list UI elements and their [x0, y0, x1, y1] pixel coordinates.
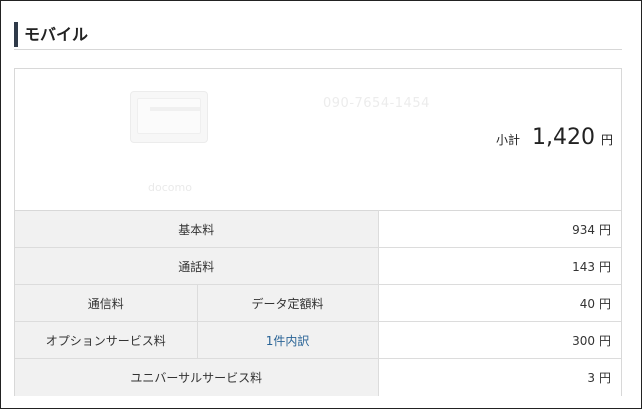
device-screen: [137, 98, 201, 134]
page-frame: モバイル docomo 090-7654-1454 小計 1,420 円 基本料…: [0, 0, 642, 409]
fee-value-universal: 3円: [377, 358, 622, 396]
device-status-bar: [150, 107, 200, 111]
fee-amount: 3: [587, 370, 595, 385]
table-row: 基本料 934 円: [15, 210, 622, 248]
fee-table: 基本料 934 円 通話料 143 円 通信料 データ定額料 40 円 オプションサー…: [15, 210, 622, 396]
fee-label-universal: ユニバーサルサービス料: [15, 358, 379, 396]
table-row: オプションサービス料 1件内訳 300 円: [15, 321, 622, 359]
fee-label-call: 通話料: [15, 247, 379, 285]
subtotal-amount: 1,420: [532, 125, 595, 150]
table-row: 通話料 143 円: [15, 247, 622, 285]
fee-currency: 円: [599, 370, 612, 385]
fee-sublabel-data-plan: データ定額料: [196, 284, 379, 322]
subtotal: 小計 1,420 円: [496, 125, 613, 150]
fee-label-comm: 通信料: [15, 284, 198, 322]
mobile-billing-card: docomo 090-7654-1454 小計 1,420 円 基本料 934 円…: [14, 68, 622, 396]
fee-label-basic: 基本料: [15, 210, 379, 248]
device-image: [130, 91, 208, 143]
option-detail-link[interactable]: 1件内訳: [266, 334, 310, 348]
fee-currency: 円: [599, 333, 612, 348]
fee-currency: 円: [599, 222, 612, 237]
fee-currency: 円: [599, 296, 612, 311]
subtotal-label: 小計: [495, 133, 520, 147]
fee-value-call: 143 円: [377, 247, 622, 285]
phone-number: 090-7654-1454: [323, 96, 430, 111]
title-divider: [14, 49, 622, 50]
device-caption: docomo: [148, 181, 192, 194]
fee-currency: 円: [599, 259, 612, 274]
fee-value-option: 300 円: [377, 321, 622, 359]
fee-amount: 143: [572, 259, 595, 274]
table-row: 通信料 データ定額料 40 円: [15, 284, 622, 322]
fee-detail-cell: 1件内訳: [196, 321, 379, 359]
subtotal-currency: 円: [600, 133, 613, 147]
fee-value-basic: 934 円: [377, 210, 622, 248]
fee-amount: 934: [572, 222, 595, 237]
table-row: ユニバーサルサービス料 3円: [15, 358, 622, 396]
section-title: モバイル: [14, 22, 88, 47]
fee-amount: 300: [572, 333, 595, 348]
fee-amount: 40: [579, 296, 595, 311]
fee-value-comm: 40 円: [377, 284, 622, 322]
fee-label-option: オプションサービス料: [15, 321, 198, 359]
